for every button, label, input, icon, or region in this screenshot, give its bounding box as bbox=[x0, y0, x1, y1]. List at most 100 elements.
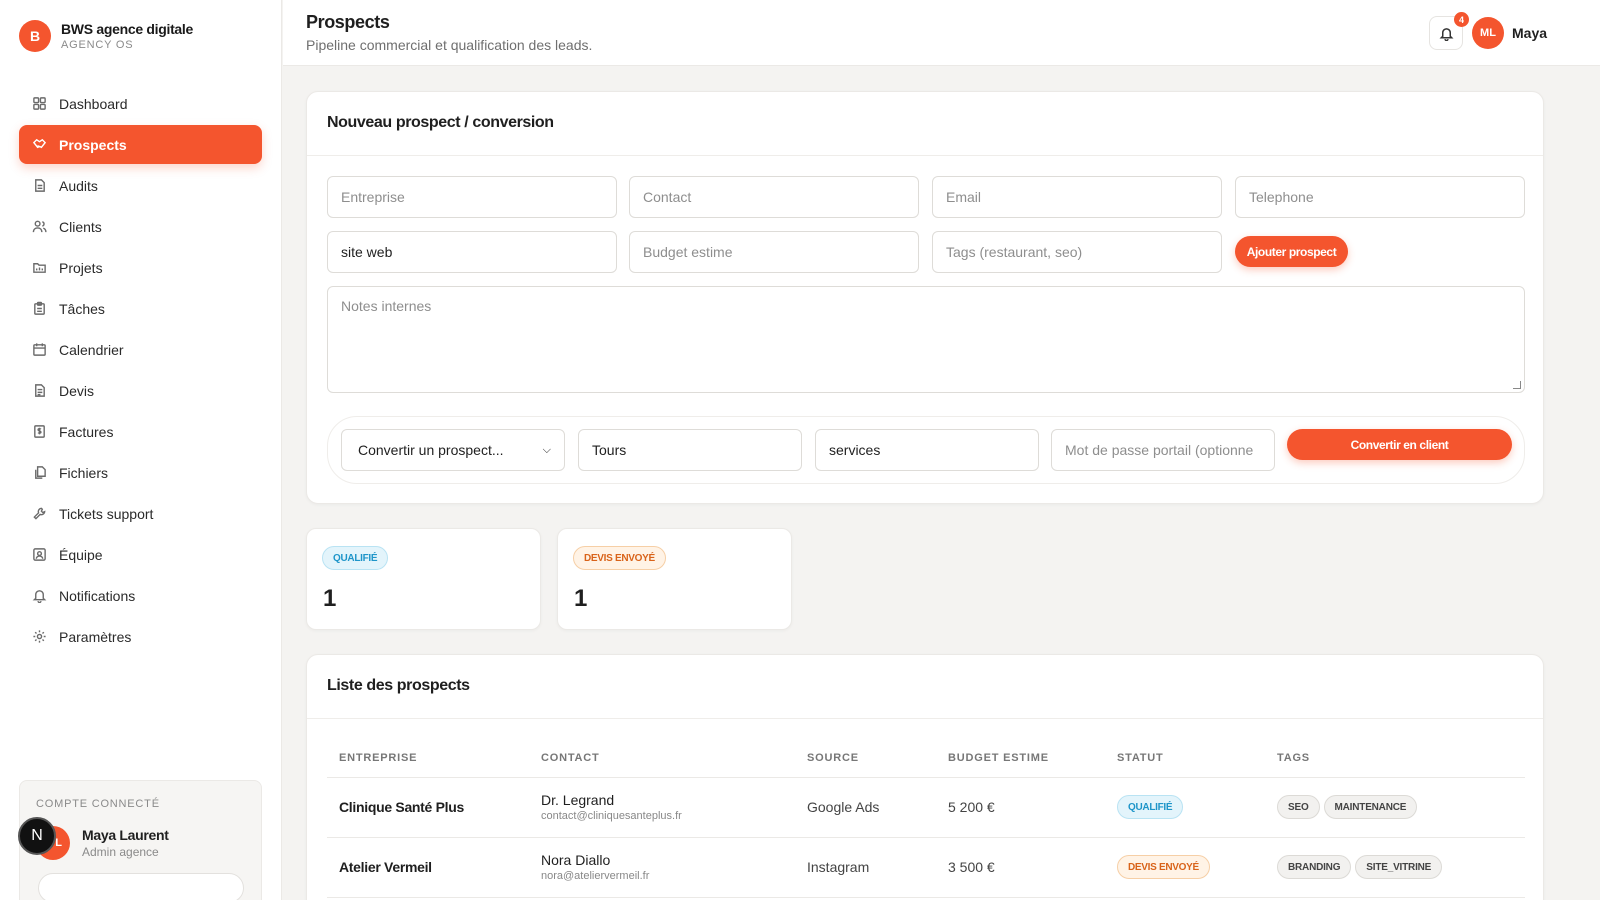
sidebar-item-taches[interactable]: Tâches bbox=[19, 289, 262, 328]
sidebar-item-devis[interactable]: Devis bbox=[19, 371, 262, 410]
status-cell: QUALIFIÉ bbox=[1105, 777, 1265, 838]
new-prospect-card: Nouveau prospect / conversion Entreprise… bbox=[306, 91, 1544, 504]
notifications-button[interactable]: 4 bbox=[1429, 12, 1469, 50]
telephone-input[interactable]: Telephone bbox=[1235, 176, 1525, 218]
portal-password-input[interactable]: Mot de passe portail (optionne bbox=[1051, 429, 1275, 471]
folder-icon bbox=[33, 263, 46, 273]
sidebar-item-notifications[interactable]: Notifications bbox=[19, 576, 262, 615]
table-row[interactable]: Atelier Vermeil Nora Diallo nora@atelier… bbox=[327, 837, 1525, 898]
contact-cell: Nora Diallo nora@ateliervermeil.fr bbox=[529, 837, 795, 898]
budget-input[interactable]: Budget estime bbox=[629, 231, 919, 273]
sidebar-item-label: Tickets support bbox=[59, 505, 154, 522]
sidebar-item-label: Notifications bbox=[59, 587, 136, 604]
account-action[interactable] bbox=[38, 873, 244, 900]
account-role: Admin agence bbox=[82, 845, 159, 859]
sidebar-item-audits[interactable]: Audits bbox=[19, 166, 262, 205]
gear-icon bbox=[33, 630, 46, 643]
receipt-icon bbox=[34, 425, 45, 438]
column-header[interactable]: CONTACT bbox=[529, 739, 795, 778]
add-prospect-button[interactable]: Ajouter prospect bbox=[1235, 236, 1348, 267]
sector-input[interactable]: services bbox=[815, 429, 1039, 471]
sidebar-item-label: Équipe bbox=[59, 546, 103, 563]
account-panel: COMPTE CONNECTÉ L N Maya Laurent Admin a… bbox=[18, 780, 262, 900]
user-avatar[interactable]: ML bbox=[1472, 17, 1504, 49]
source-cell: Google Ads bbox=[795, 777, 936, 838]
sidebar-item-label: Dashboard bbox=[59, 95, 128, 112]
convert-client-button[interactable]: Convertir en client bbox=[1287, 429, 1512, 460]
stat-value: 1 bbox=[323, 585, 337, 612]
source-input[interactable]: site web bbox=[327, 231, 617, 273]
status-badge: DEVIS ENVOYÉ bbox=[573, 546, 666, 570]
table-header-row: ENTREPRISE CONTACT SOURCE BUDGET ESTIME … bbox=[327, 739, 1525, 778]
column-header[interactable]: BUDGET ESTIME bbox=[936, 739, 1105, 778]
account-title: COMPTE CONNECTÉ bbox=[36, 798, 160, 810]
resize-handle[interactable] bbox=[1513, 381, 1521, 389]
contact-name: Dr. Legrand bbox=[541, 792, 615, 808]
company-cell: Atelier Vermeil bbox=[327, 837, 529, 898]
column-header[interactable]: ENTREPRISE bbox=[327, 739, 529, 778]
brand[interactable]: B BWS agence digitale AGENCY OS bbox=[19, 20, 193, 52]
clipboard-icon bbox=[34, 301, 45, 315]
status-badge: QUALIFIÉ bbox=[322, 546, 389, 570]
entreprise-input[interactable]: Entreprise bbox=[327, 176, 617, 218]
users-icon bbox=[32, 220, 47, 233]
sidebar: B BWS agence digitale AGENCY OS Dashboar… bbox=[0, 0, 282, 900]
source-cell: Instagram bbox=[795, 837, 936, 898]
prospect-select[interactable]: Convertir un prospect... ⌵ bbox=[341, 429, 565, 471]
sidebar-item-tickets-support[interactable]: Tickets support bbox=[19, 494, 262, 533]
n-badge[interactable]: N bbox=[18, 817, 56, 855]
grid-icon bbox=[33, 97, 46, 110]
prospects-list-card: Liste des prospects ENTREPRISE CONTACT S… bbox=[306, 654, 1544, 900]
contact-name: Nora Diallo bbox=[541, 852, 611, 868]
sidebar-item-projets[interactable]: Projets bbox=[19, 248, 262, 287]
page-title: Prospects bbox=[306, 12, 390, 32]
sidebar-item-fichiers[interactable]: Fichiers bbox=[19, 453, 262, 492]
sidebar-item-clients[interactable]: Clients bbox=[19, 207, 262, 246]
sidebar-item-label: Calendrier bbox=[59, 341, 124, 358]
contact-cell: Dr. Legrand contact@cliniquesanteplus.fr bbox=[529, 777, 795, 838]
contact-input[interactable]: Contact bbox=[629, 176, 919, 218]
sidebar-item-calendrier[interactable]: Calendrier bbox=[19, 330, 262, 369]
sidebar-item-label: Devis bbox=[59, 382, 95, 399]
column-header[interactable]: TAGS bbox=[1265, 739, 1525, 778]
convert-panel: Convertir un prospect... ⌵ Tours service… bbox=[327, 416, 1525, 484]
id-card-icon bbox=[33, 548, 46, 561]
sidebar-item-equipe[interactable]: Équipe bbox=[19, 535, 262, 574]
table-row[interactable]: Clinique Santé Plus Dr. Legrand contact@… bbox=[327, 777, 1525, 838]
budget-cell: 5 200 € bbox=[936, 777, 1105, 838]
brand-subtitle: AGENCY OS bbox=[61, 39, 134, 51]
sidebar-item-dashboard[interactable]: Dashboard bbox=[19, 84, 262, 123]
account-name: Maya Laurent bbox=[82, 827, 169, 843]
sidebar-item-label: Paramètres bbox=[59, 628, 132, 645]
prospect-select-value: Convertir un prospect... bbox=[358, 442, 504, 458]
prospects-table: ENTREPRISE CONTACT SOURCE BUDGET ESTIME … bbox=[327, 739, 1525, 898]
sidebar-item-label: Prospects bbox=[59, 136, 127, 153]
tags-input[interactable]: Tags (restaurant, seo) bbox=[932, 231, 1222, 273]
tags-cell: SEO MAINTENANCE bbox=[1265, 777, 1525, 838]
user-name[interactable]: Maya bbox=[1512, 25, 1547, 41]
sidebar-nav: Dashboard Prospects Audits Clients Proje… bbox=[19, 84, 262, 658]
column-header[interactable]: STATUT bbox=[1105, 739, 1265, 778]
stat-value: 1 bbox=[574, 585, 588, 612]
email-input[interactable]: Email bbox=[932, 176, 1222, 218]
sidebar-item-label: Clients bbox=[59, 218, 102, 235]
tag-badge: BRANDING bbox=[1277, 855, 1352, 879]
sidebar-item-prospects[interactable]: Prospects bbox=[19, 125, 262, 164]
stat-card-qualified[interactable]: QUALIFIÉ 1 bbox=[306, 528, 541, 630]
sidebar-item-parametres[interactable]: Paramètres bbox=[19, 617, 262, 656]
status-cell: DEVIS ENVOYÉ bbox=[1105, 837, 1265, 898]
stat-card-quote-sent[interactable]: DEVIS ENVOYÉ 1 bbox=[557, 528, 792, 630]
document-icon bbox=[35, 179, 45, 192]
sidebar-item-label: Fichiers bbox=[59, 464, 109, 481]
notes-textarea[interactable]: Notes internes bbox=[327, 286, 1525, 393]
city-input[interactable]: Tours bbox=[578, 429, 802, 471]
tags-cell: BRANDING SITE_VITRINE bbox=[1265, 837, 1525, 898]
top-header: Prospects Pipeline commercial et qualifi… bbox=[283, 0, 1600, 66]
column-header[interactable]: SOURCE bbox=[795, 739, 936, 778]
brand-name: BWS agence digitale bbox=[61, 21, 193, 37]
sidebar-item-label: Tâches bbox=[59, 300, 105, 317]
calendar-icon bbox=[33, 343, 46, 356]
budget-cell: 3 500 € bbox=[936, 837, 1105, 898]
sidebar-item-factures[interactable]: Factures bbox=[19, 412, 262, 451]
tag-badge: SITE_VITRINE bbox=[1355, 855, 1443, 879]
